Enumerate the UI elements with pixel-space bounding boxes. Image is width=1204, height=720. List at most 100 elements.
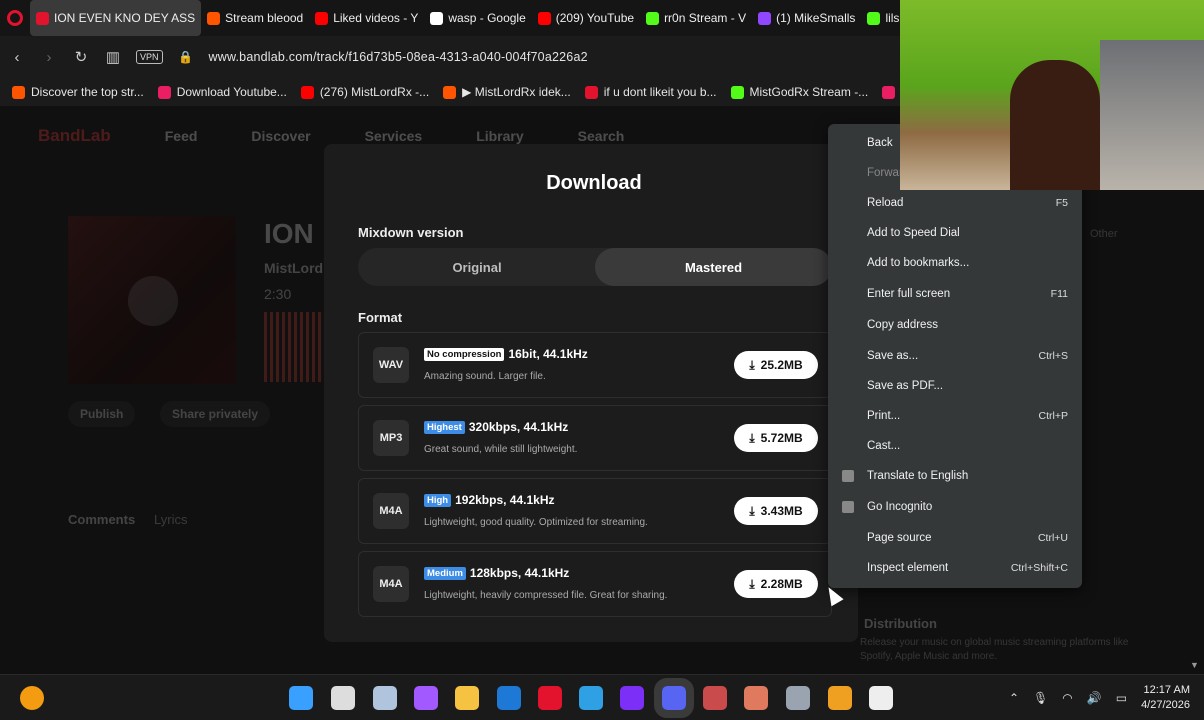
option-original[interactable]: Original [358, 248, 596, 286]
tab-3[interactable]: wasp - Google [424, 0, 531, 36]
edge-icon[interactable] [579, 686, 603, 710]
opera-icon[interactable] [538, 686, 562, 710]
copilot-icon[interactable] [414, 686, 438, 710]
tab-lyrics[interactable]: Lyrics [154, 512, 187, 527]
app-icon[interactable] [828, 686, 852, 710]
context-menu: Back Forward Reload F5 Add to Speed Dial Add … [828, 124, 1082, 588]
menu-item-print[interactable]: Print... Ctrl+P [828, 403, 1082, 429]
bookmark-0[interactable]: Discover the top str... [12, 85, 144, 99]
microphone-icon[interactable]: 🎙 [1033, 691, 1048, 705]
nav-feed[interactable]: Feed [165, 128, 198, 144]
tab-1[interactable]: Stream bleood [201, 0, 309, 36]
publish-button[interactable]: Publish [68, 401, 136, 427]
download-button[interactable]: ⤓ 5.72MB [734, 424, 818, 452]
nav-search[interactable]: Search [578, 128, 625, 144]
bookmark-3[interactable]: ▶ MistLordRx idek... [443, 85, 571, 99]
format-spec: 128kbps, 44.1kHz [469, 566, 570, 580]
bookmark-5[interactable]: MistGodRx Stream -... [730, 85, 868, 99]
download-button[interactable]: ⤓ 2.28MB [734, 570, 818, 598]
clipchamp-icon[interactable] [620, 686, 644, 710]
lock-icon[interactable]: 🔒 [177, 50, 195, 64]
download-button[interactable]: ⤓ 3.43MB [734, 497, 818, 525]
tab-label: wasp - Google [448, 11, 526, 25]
wifi-icon[interactable]: ◠ [1062, 691, 1072, 705]
clock-date: 4/27/2026 [1141, 699, 1190, 711]
app-icon[interactable] [744, 686, 768, 710]
nav-services[interactable]: Services [365, 128, 423, 144]
quality-badge: No compression [424, 348, 505, 361]
opera-menu-icon[interactable] [0, 0, 30, 36]
tab-comments[interactable]: Comments [68, 512, 135, 527]
modal-title: Download [546, 172, 642, 194]
bookmark-4[interactable]: if u dont likeit you b... [584, 85, 717, 99]
option-mastered[interactable]: Mastered [595, 248, 832, 286]
volume-icon[interactable]: 🔊 [1087, 691, 1102, 705]
bookmark-2[interactable]: (276) MistLordRx -... [300, 85, 429, 99]
nav-library[interactable]: Library [476, 128, 523, 144]
url-field[interactable]: www.bandlab.com/track/f16d73b5-08ea-4313… [209, 50, 588, 64]
clock[interactable]: 12:17 AM 4/27/2026 [1141, 683, 1190, 713]
artist-name[interactable]: MistLord [264, 260, 323, 276]
webcam-overlay [900, 0, 1204, 190]
download-icon: ⤓ [749, 357, 755, 372]
share-privately-button[interactable]: Share privately [160, 401, 271, 427]
reload-icon[interactable]: ↻ [72, 48, 90, 66]
format-spec-line: No compression 16bit, 44.1kHz [424, 347, 588, 361]
weather-icon[interactable] [20, 686, 44, 710]
tab-4[interactable]: (209) YouTube [532, 0, 640, 36]
battery-icon[interactable]: ▭ [1116, 691, 1127, 705]
download-icon: ⤓ [749, 576, 755, 591]
tab-grid-icon[interactable]: ▥ [104, 48, 122, 66]
format-row: M4A Medium 128kbps, 44.1kHz Lightweight, he… [358, 551, 832, 617]
vpn-badge[interactable]: VPN [136, 50, 163, 64]
youtube-icon [315, 11, 329, 25]
menu-item-label: Go Incognito [867, 501, 933, 513]
folder-icon[interactable] [455, 686, 479, 710]
bookmark-1[interactable]: Download Youtube... [157, 85, 287, 99]
menu-item-enter-full-screen[interactable]: Enter full screen F11 [828, 281, 1082, 307]
format-spec: 320kbps, 44.1kHz [468, 420, 569, 434]
back-icon[interactable]: ‹ [8, 49, 26, 66]
menu-shortcut: Ctrl+P [1038, 410, 1068, 422]
windows-start-icon[interactable] [289, 686, 313, 710]
forward-icon[interactable]: › [40, 49, 58, 66]
tab-2[interactable]: Liked videos - Y [309, 0, 424, 36]
play-button[interactable] [128, 276, 178, 326]
nav-discover[interactable]: Discover [251, 128, 310, 144]
bandlab-logo[interactable]: BandLab [38, 126, 111, 146]
incognito-icon [842, 501, 854, 513]
tab-5[interactable]: rr0n Stream - V [640, 0, 752, 36]
tab-0[interactable]: ION EVEN KNO DEY ASS [30, 0, 202, 36]
scroll-down-icon[interactable]: ▼ [1190, 660, 1199, 670]
outlook-icon[interactable] [497, 686, 521, 710]
file-size: 5.72MB [760, 431, 803, 445]
tab-6[interactable]: (1) MikeSmalls [752, 0, 861, 36]
menu-item-reload[interactable]: Reload F5 [828, 190, 1082, 216]
menu-item-label: Cast... [867, 440, 901, 452]
mixdown-label: Mixdown version [358, 225, 464, 240]
bookmark-favicon-icon [882, 85, 896, 99]
mixdown-toggle: Original Mastered [358, 248, 832, 286]
camera-icon[interactable] [786, 686, 810, 710]
media-player-icon[interactable] [869, 686, 893, 710]
menu-item-copy-address[interactable]: Copy address [828, 312, 1082, 338]
taskbar: ⌃ 🎙 ◠ 🔊 ▭ 12:17 AM 4/27/2026 [0, 674, 1204, 720]
menu-item-inspect-element[interactable]: Inspect element Ctrl+Shift+C [828, 555, 1082, 581]
search-icon[interactable] [331, 686, 355, 710]
menu-item-label: Enter full screen [867, 288, 951, 300]
app-icon[interactable] [703, 686, 727, 710]
menu-item-add-to-speed-dial[interactable]: Add to Speed Dial [828, 220, 1082, 246]
menu-item-save-as[interactable]: Save as... Ctrl+S [828, 343, 1082, 369]
menu-item-add-to-bookmarks[interactable]: Add to bookmarks... [828, 250, 1082, 276]
menu-item-translate-to-english[interactable]: Translate to English [828, 463, 1082, 489]
menu-item-save-as-pdf[interactable]: Save as PDF... [828, 373, 1082, 399]
file-explorer-icon[interactable] [373, 686, 397, 710]
menu-item-page-source[interactable]: Page source Ctrl+U [828, 525, 1082, 551]
chevron-up-icon[interactable]: ⌃ [1009, 691, 1019, 705]
menu-item-go-incognito[interactable]: Go Incognito [828, 494, 1082, 520]
tab-label: Liked videos - Y [333, 11, 419, 25]
download-button[interactable]: ⤓ 25.2MB [734, 351, 818, 379]
format-desc: Great sound, while still lightweight. [424, 444, 578, 455]
discord-icon[interactable] [654, 678, 694, 718]
menu-item-cast[interactable]: Cast... [828, 433, 1082, 459]
